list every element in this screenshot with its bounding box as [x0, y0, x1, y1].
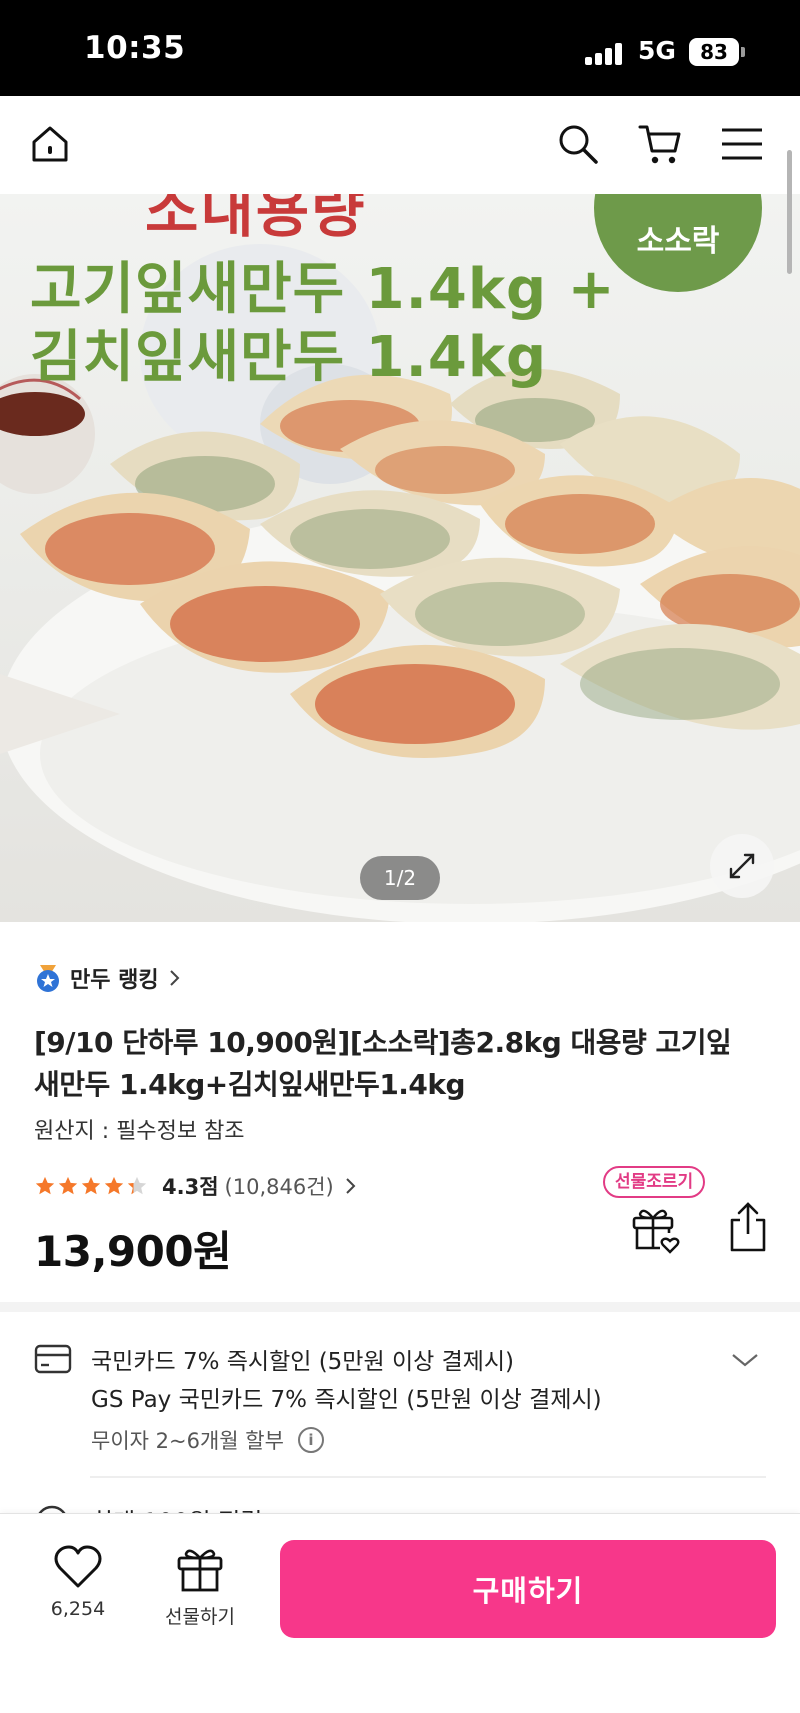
star-icon	[104, 1176, 124, 1195]
thin-divider	[90, 1476, 766, 1478]
rating-link[interactable]: 4.3점 (10,846건)	[34, 1168, 358, 1204]
star-icon	[81, 1176, 101, 1195]
bottom-action-bar: 6,254 선물하기 구매하기	[0, 1513, 800, 1713]
share-button[interactable]	[724, 1200, 772, 1254]
gift-request-tag[interactable]: 선물조르기	[603, 1166, 706, 1198]
expand-image-button[interactable]	[710, 834, 774, 898]
scrollbar-thumb[interactable]	[787, 150, 792, 274]
hero-red-text: 소내용량	[145, 194, 367, 245]
rating-stars	[34, 1175, 148, 1197]
product-title: [9/10 단하루 10,900원][소소락]총2.8kg 대용량 고기잎새만두…	[34, 1026, 732, 1101]
network-type: 5G	[638, 36, 676, 65]
expand-icon	[729, 853, 755, 879]
gift-heart-icon	[632, 1209, 680, 1254]
chevron-right-icon	[346, 1178, 356, 1194]
star-icon	[35, 1176, 55, 1195]
heart-icon	[54, 1545, 102, 1588]
chevron-down-icon[interactable]	[730, 1350, 760, 1370]
rating-count: (10,846건)	[224, 1175, 334, 1199]
installment-text: 무이자 2~6개월 할부	[91, 1429, 284, 1453]
credit-card-icon	[34, 1344, 72, 1374]
like-count: 6,254	[50, 1598, 106, 1620]
section-divider	[0, 1302, 800, 1312]
signal-icon	[585, 41, 625, 65]
ranking-label: 만두 랭킹	[70, 968, 159, 993]
share-icon	[730, 1202, 766, 1252]
battery-icon: 83	[689, 38, 739, 66]
star-icon	[58, 1176, 78, 1195]
search-icon[interactable]	[552, 118, 604, 170]
star-icon	[127, 1176, 147, 1195]
home-icon[interactable]	[24, 118, 76, 170]
medal-icon	[37, 965, 59, 992]
buy-button[interactable]: 구매하기	[280, 1540, 776, 1638]
card-discount-line-1: 국민카드 7% 즉시할인 (5만원 이상 결제시)	[91, 1349, 515, 1375]
like-button[interactable]: 6,254	[40, 1544, 116, 1644]
gift-wish-button[interactable]	[628, 1202, 682, 1256]
cart-icon[interactable]	[634, 118, 686, 170]
status-bar: 10:35 5G 83	[0, 0, 800, 96]
installment-info: 무이자 2~6개월 할부 i	[91, 1425, 324, 1455]
info-icon[interactable]: i	[297, 1427, 324, 1453]
rating-score: 4.3점	[162, 1175, 219, 1199]
origin-info: 원산지 : 필수정보 참조	[34, 1119, 245, 1144]
product-image-carousel[interactable]: 소내용량 고기잎새만두 1.4kg + 김치잎새만두 1.4kg 소소락 1/2	[0, 194, 800, 922]
image-pager: 1/2	[360, 856, 440, 900]
status-time: 10:35	[84, 30, 186, 66]
chevron-right-icon	[169, 970, 180, 986]
gift-icon	[177, 1549, 223, 1592]
price: 13,900원	[34, 1227, 232, 1276]
gift-button[interactable]: 선물하기	[156, 1544, 244, 1644]
gift-label: 선물하기	[165, 1606, 235, 1628]
top-nav	[0, 96, 800, 194]
card-discount-section[interactable]: 국민카드 7% 즉시할인 (5만원 이상 결제시) GS Pay 국민카드 7%…	[34, 1338, 766, 1468]
menu-icon[interactable]	[716, 118, 768, 170]
ranking-link[interactable]: 만두 랭킹	[34, 960, 183, 996]
card-discount-line-2: GS Pay 국민카드 7% 즉시할인 (5만원 이상 결제시)	[91, 1387, 602, 1413]
battery-tip	[741, 47, 745, 57]
hero-line-2: 김치잎새만두 1.4kg	[30, 325, 548, 390]
